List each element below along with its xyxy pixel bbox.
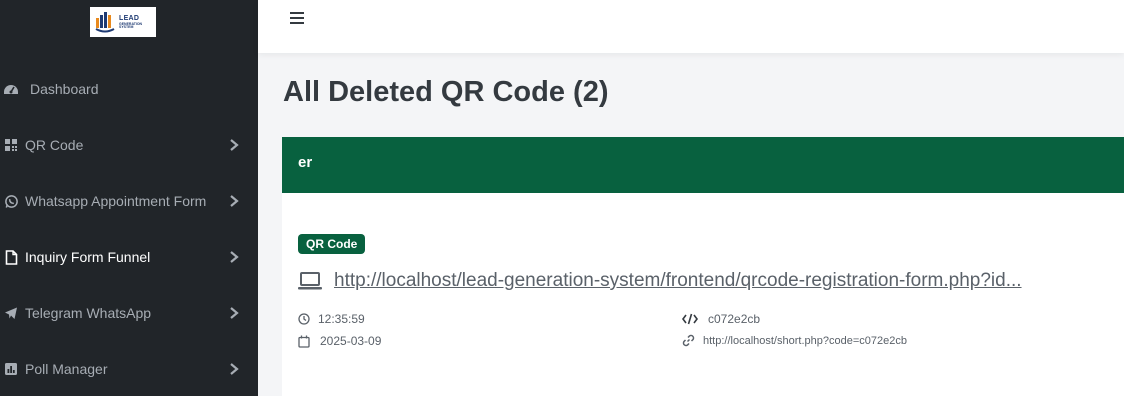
- laptop-icon: [298, 272, 322, 290]
- brand-logo[interactable]: LEAD GENERATION SYSTEM: [90, 7, 156, 37]
- chevron-right-icon: [230, 363, 239, 375]
- card-header: er: [282, 137, 1124, 193]
- sidebar-item-whatsapp-appointment-form[interactable]: Whatsapp Appointment Form: [0, 181, 258, 221]
- sidebar-item-label: Dashboard: [30, 81, 99, 97]
- sidebar-item-label: Telegram WhatsApp: [25, 305, 152, 321]
- qr-code-card: er QR Code http://localhost/lead-generat…: [282, 137, 1124, 396]
- sidebar-item-inquiry-form-funnel[interactable]: Inquiry Form Funnel: [0, 237, 258, 277]
- sidebar-item-qr-code[interactable]: QR Code: [0, 125, 258, 165]
- link-icon: [682, 334, 695, 347]
- sidebar-item-label: QR Code: [25, 137, 84, 153]
- code-meta: c072e2cb: [682, 312, 760, 326]
- top-navbar: [258, 0, 1124, 53]
- hamburger-icon[interactable]: [290, 12, 304, 24]
- date-meta: 2025-03-09: [298, 334, 381, 348]
- sidebar-item-telegram-whatsapp[interactable]: Telegram WhatsApp: [0, 293, 258, 333]
- sidebar-item-label: Whatsapp Appointment Form: [25, 193, 207, 209]
- page-title: All Deleted QR Code (2): [283, 76, 609, 108]
- chevron-right-icon: [230, 251, 239, 263]
- file-icon: [3, 249, 19, 265]
- telegram-icon: [3, 305, 19, 321]
- logo-text-system: SYSTEM: [119, 25, 134, 29]
- sidebar-item-label: Inquiry Form Funnel: [25, 249, 151, 265]
- logo-text-lead: LEAD: [119, 14, 140, 22]
- card-header-title: er: [298, 154, 313, 171]
- whatsapp-icon: [3, 193, 19, 209]
- time-meta: 12:35:59: [298, 312, 365, 326]
- short-url-meta[interactable]: http://localhost/short.php?code=c072e2cb: [682, 334, 907, 347]
- qr-code-url-link[interactable]: http://localhost/lead-generation-system/…: [334, 270, 1044, 292]
- sidebar-item-dashboard[interactable]: Dashboard: [0, 69, 258, 109]
- chevron-right-icon: [230, 307, 239, 319]
- clock-icon: [298, 313, 310, 325]
- qr-grid-icon: [3, 137, 19, 153]
- code-value: c072e2cb: [708, 312, 761, 326]
- qr-code-badge: QR Code: [298, 234, 366, 254]
- chevron-right-icon: [230, 195, 239, 207]
- time-value: 12:35:59: [318, 312, 365, 326]
- sidebar-item-label: Poll Manager: [25, 361, 108, 377]
- poll-chart-icon: [3, 361, 19, 377]
- lead-logo-icon: [95, 12, 115, 33]
- code-icon: [682, 313, 698, 325]
- calendar-icon: [298, 335, 310, 348]
- chevron-right-icon: [230, 139, 239, 151]
- short-url-value[interactable]: http://localhost/short.php?code=c072e2cb: [703, 335, 907, 347]
- sidebar-item-poll-manager[interactable]: Poll Manager: [0, 349, 258, 389]
- sidebar: LEAD GENERATION SYSTEM Dashboard QR Code…: [0, 0, 258, 396]
- date-value: 2025-03-09: [320, 334, 382, 348]
- dashboard-icon: [3, 81, 19, 97]
